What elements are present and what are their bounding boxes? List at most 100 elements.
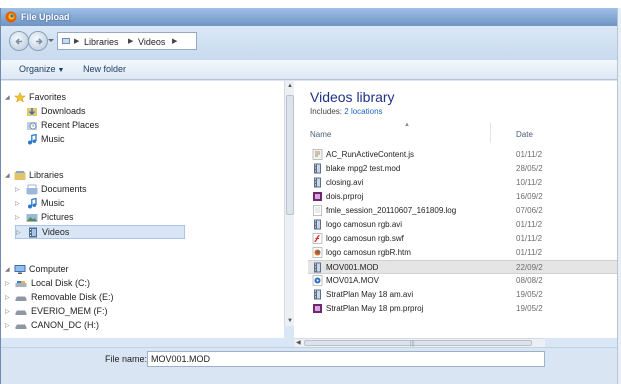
column-header-name[interactable]: Name (310, 130, 331, 139)
nav-music[interactable]: ▷ Music (5, 197, 205, 211)
file-upload-dialog: File Upload ▶ Libraries ▶ Videos ▶ Organ… (0, 8, 618, 384)
premiere-project-icon (313, 304, 322, 313)
file-name-value: MOV001.MOD (151, 354, 211, 364)
address-bar-area: ▶ Libraries ▶ Videos ▶ (1, 26, 617, 60)
nav-favorites[interactable]: ◢ Favorites (5, 91, 205, 105)
file-name: StratPlan May 18 pm.prproj (326, 304, 424, 313)
forward-button[interactable] (28, 31, 48, 51)
file-row[interactable]: StratPlan May 18 pm.prproj 19/05/2 (308, 302, 618, 316)
video-file-icon (314, 289, 321, 300)
nav-label: EVERIO_MEM (F:) (31, 306, 108, 316)
computer-icon (14, 265, 26, 274)
nav-label: Downloads (41, 106, 86, 116)
file-row[interactable]: logo camosun rgb.swf 01/11/2 (308, 232, 618, 246)
file-name: fmle_session_20110607_161809.log (326, 206, 457, 215)
new-folder-button[interactable]: New folder (83, 64, 126, 74)
flash-file-icon (312, 233, 323, 244)
breadcrumb-chevron-icon[interactable]: ▶ (128, 37, 133, 45)
nav-local-disk[interactable]: ▷ Local Disk (C:) (5, 277, 205, 291)
file-date: 19/05/2 (516, 304, 543, 313)
file-row[interactable]: blake mpg2 test.mod 28/05/2 (308, 162, 618, 176)
nav-recent-places[interactable]: Recent Places (5, 119, 205, 133)
file-name: MOV01A.MOV (326, 276, 379, 285)
nav-computer[interactable]: ◢ Computer (5, 263, 205, 277)
file-date: 08/08/2 (516, 276, 543, 285)
file-row[interactable]: logo camosun rgbR.htm 01/11/2 (308, 246, 618, 260)
file-date: 16/09/2 (516, 192, 543, 201)
file-name: logo camosun rgbR.htm (326, 248, 411, 257)
collapsed-triangle-icon[interactable]: ▷ (15, 186, 20, 193)
music-icon (28, 198, 37, 209)
back-button[interactable] (9, 31, 29, 51)
collapsed-triangle-icon[interactable]: ▷ (5, 294, 10, 301)
file-row[interactable]: logo camosun rgb.avi 01/11/2 (308, 218, 618, 232)
file-date: 01/11/2 (516, 150, 543, 159)
scroll-down-arrow-icon[interactable]: ▼ (287, 318, 293, 324)
collapsed-triangle-icon[interactable]: ▷ (5, 308, 10, 315)
expanded-triangle-icon[interactable]: ◢ (5, 172, 10, 179)
collapsed-triangle-icon[interactable]: ▷ (5, 322, 10, 329)
nav-downloads[interactable]: Downloads (5, 105, 205, 119)
music-icon (28, 134, 37, 145)
file-row[interactable]: fmle_session_20110607_161809.log 07/06/2 (308, 204, 618, 218)
column-header-date[interactable]: Date (516, 130, 533, 139)
collapsed-triangle-icon[interactable]: ▷ (15, 200, 20, 207)
breadcrumb-chevron-icon[interactable]: ▶ (172, 37, 177, 45)
sort-ascending-icon: ▲ (404, 122, 410, 128)
file-row[interactable]: closing.avi 10/11/2 (308, 176, 618, 190)
file-name: StratPlan May 18 am.avi (326, 290, 414, 299)
command-toolbar: Organize ▼ New folder (1, 60, 617, 80)
video-file-icon (314, 177, 321, 188)
breadcrumb-libraries[interactable]: Libraries (84, 37, 119, 47)
recent-locations-dropdown[interactable] (48, 39, 54, 42)
file-row[interactable]: dois.prproj 16/09/2 (308, 190, 618, 204)
scroll-up-arrow-icon[interactable]: ▲ (287, 83, 293, 89)
expanded-triangle-icon[interactable]: ◢ (5, 94, 10, 101)
video-file-icon (314, 262, 321, 273)
file-row[interactable]: MOV01A.MOV 08/08/2 (308, 274, 618, 288)
nav-label: Favorites (29, 92, 67, 102)
nav-everio-mem[interactable]: ▷ EVERIO_MEM (F:) (5, 305, 205, 319)
libraries-folder-icon (62, 38, 70, 44)
scrollbar-thumb[interactable] (286, 95, 294, 215)
collapsed-triangle-icon[interactable]: ▷ (15, 214, 20, 221)
right-edge-frame (617, 8, 621, 384)
quicktime-file-icon (312, 275, 323, 286)
scroll-left-arrow-icon[interactable]: ◀ (296, 339, 301, 346)
nav-label: Music (41, 198, 65, 208)
nav-label: Libraries (29, 170, 64, 180)
nav-libraries[interactable]: ◢ Libraries (5, 169, 205, 183)
file-row[interactable]: StratPlan May 18 am.avi 19/05/2 (308, 288, 618, 302)
file-list-horizontal-scrollbar[interactable]: ◀ ||| (294, 338, 545, 347)
nav-removable-disk[interactable]: ▷ Removable Disk (E:) (5, 291, 205, 305)
removable-disk-icon (15, 296, 27, 301)
file-name: MOV001.MOD (326, 263, 379, 272)
breadcrumb-videos[interactable]: Videos (138, 37, 165, 47)
column-divider[interactable] (490, 123, 491, 143)
file-date: 01/11/2 (516, 248, 543, 257)
nav-documents[interactable]: ▷ Documents (5, 183, 205, 197)
expanded-triangle-icon[interactable]: ◢ (5, 266, 10, 273)
includes-label: Includes: (310, 107, 343, 116)
file-name-input[interactable]: MOV001.MOD (147, 351, 545, 367)
pictures-icon (26, 214, 38, 222)
file-row[interactable]: AC_RunActiveContent.js 01/11/2 (308, 148, 618, 162)
forward-arrow-icon (36, 38, 43, 45)
navigation-scrollbar[interactable]: ▲ ▼ (284, 81, 294, 326)
address-path[interactable]: ▶ Libraries ▶ Videos ▶ (57, 32, 197, 50)
file-name-label: File name: (105, 354, 148, 364)
horizontal-scrollbar-thumb[interactable]: ||| (304, 340, 532, 347)
nav-music-favorite[interactable]: Music (5, 133, 205, 147)
removable-disk-icon (15, 324, 27, 329)
collapsed-triangle-icon[interactable]: ▷ (16, 229, 21, 236)
videos-icon (29, 227, 37, 238)
organize-button[interactable]: Organize ▼ (19, 64, 64, 74)
collapsed-triangle-icon[interactable]: ▷ (5, 280, 10, 287)
locations-link[interactable]: 2 locations (344, 107, 382, 116)
nav-canon-dc[interactable]: ▷ CANON_DC (H:) (5, 319, 205, 333)
nav-pictures[interactable]: ▷ Pictures (5, 211, 205, 225)
file-row[interactable]: MOV001.MOD 22/09/2 (308, 260, 618, 274)
firefox-app-icon (5, 11, 17, 23)
nav-videos[interactable]: ▷ Videos (15, 225, 185, 239)
breadcrumb-chevron-icon[interactable]: ▶ (74, 37, 79, 45)
